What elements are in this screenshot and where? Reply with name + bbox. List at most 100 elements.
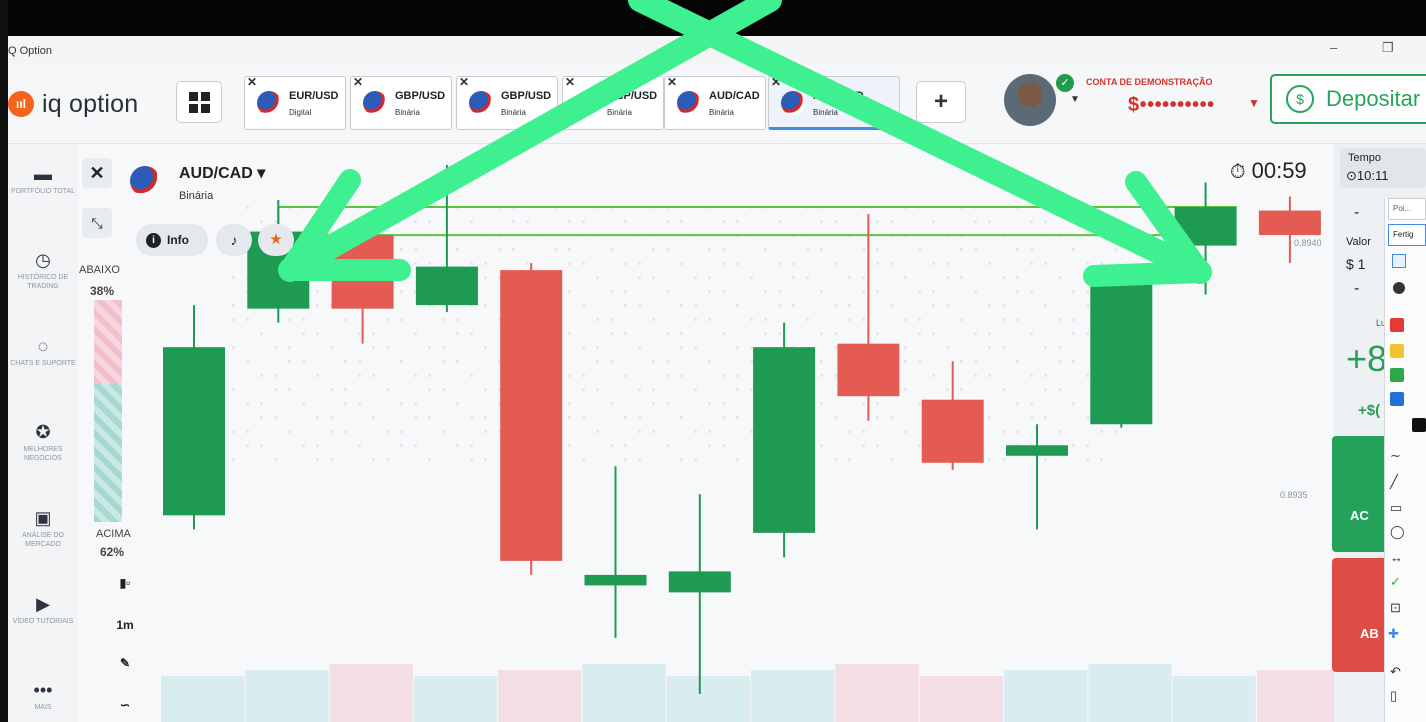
up-button-label: AC [1350, 508, 1369, 523]
indicator-icon[interactable]: ∽ [108, 690, 142, 720]
palette-name-input[interactable]: Poi... [1388, 198, 1426, 220]
asset-tab-gbpusd-1[interactable]: ✕ GBP/USD Binária [350, 75, 452, 130]
sidebar-item-label: MELHORES NEGÓCIOS [23, 446, 63, 462]
candle-body [163, 347, 225, 516]
play-icon: ▶ [36, 594, 50, 614]
close-asset-button[interactable]: ✕ [82, 158, 112, 188]
briefcase-icon: ▬ [34, 164, 52, 184]
volume-bar [751, 670, 835, 722]
candle-up [163, 305, 225, 530]
candle-body [1174, 207, 1237, 246]
candle-up [1174, 182, 1237, 295]
ellipse-tool-icon[interactable]: ◯ [1390, 524, 1405, 540]
tab-asset-type: Binária [813, 108, 838, 117]
info-button[interactable]: i Info [136, 224, 208, 256]
sidebar-item-label: MAIS [34, 704, 52, 711]
candle-down [921, 361, 984, 470]
asset-tab-gbpusd-3[interactable]: ✕ GBP/USD Binária [562, 75, 664, 130]
deposit-button[interactable]: $ Depositar [1270, 74, 1426, 124]
value-minus-button[interactable]: - [1354, 280, 1359, 298]
curve-tool-icon[interactable]: ∼ [1390, 448, 1401, 464]
candle-body [584, 574, 647, 586]
profit-percent: +8 [1346, 338, 1388, 379]
chart-type-button[interactable]: ▮▫ [108, 568, 142, 598]
check-tool-icon[interactable]: ✓ [1390, 574, 1401, 590]
price-tick-label: 0.8935 [1280, 490, 1308, 500]
avatar[interactable] [1004, 74, 1056, 126]
add-tab-button[interactable]: + [916, 81, 966, 123]
timeframe-button[interactable]: 1m [108, 610, 142, 640]
tab-asset-type: Binária [709, 108, 734, 117]
draw-tool-icon[interactable]: ✎ [108, 648, 142, 678]
sidebar-item-label: CHATS E SUPORTE [10, 360, 76, 367]
line-tool-icon[interactable]: ╱ [1390, 474, 1398, 490]
palette-green-swatch[interactable] [1390, 368, 1404, 382]
sentiment-up-percent: 62% [100, 545, 125, 559]
close-tab-icon[interactable]: ✕ [353, 75, 363, 89]
volume-bar [1256, 670, 1334, 722]
undo-icon[interactable]: ↶ [1390, 664, 1401, 680]
flag-icon [363, 91, 387, 115]
palette-red-swatch[interactable] [1390, 318, 1404, 332]
palette-blue-swatch[interactable] [1390, 392, 1404, 406]
close-tab-icon[interactable]: ✕ [565, 75, 575, 89]
star-icon[interactable]: ★ [258, 224, 294, 256]
asset-tab-eurusd-digital[interactable]: ✕ EUR/USD Digital [244, 75, 346, 130]
bell-icon[interactable]: ♪ [216, 224, 252, 256]
minimize-button[interactable]: – [1330, 40, 1337, 55]
arrow-tool-icon[interactable]: ↔ [1390, 550, 1403, 565]
sidebar-item-portfolio[interactable]: ▬ PORTFÓLIO TOTAL [8, 164, 78, 196]
volume-bar [582, 664, 666, 722]
close-tab-icon[interactable]: ✕ [667, 75, 677, 89]
assets-grid-button[interactable] [176, 81, 222, 123]
sidebar-item-best-deals[interactable]: ✪ MELHORES NEGÓCIOS [8, 422, 78, 463]
account-balance[interactable]: $•••••••••• [1128, 94, 1215, 117]
time-title: Tempo [1348, 152, 1382, 164]
asset-tab-gbpusd-2[interactable]: ✕ GBP/USD Binária [456, 75, 558, 130]
down-button-label: AB [1360, 626, 1379, 641]
account-type-label[interactable]: CONTA DE DEMONSTRAÇÃO [1086, 77, 1213, 87]
palette-black-swatch[interactable] [1412, 418, 1426, 432]
palette-dot-icon[interactable] [1393, 282, 1405, 294]
asset-tab-audcad-1[interactable]: ✕ AUD/CAD Binária [664, 75, 766, 130]
close-tab-icon[interactable]: ✕ [771, 75, 781, 89]
tab-asset-type: Binária [607, 108, 632, 117]
sidebar-item-history[interactable]: ◷ HISTÓRICO DE TRADING [8, 250, 78, 291]
dollar-refresh-icon: $ [1286, 85, 1314, 113]
close-tab-icon[interactable]: ✕ [459, 75, 469, 89]
flag-icon [677, 91, 701, 115]
candle-body [1090, 277, 1153, 425]
asset-type: Binária [179, 190, 214, 202]
move-tool-icon[interactable]: ✚ [1388, 626, 1399, 642]
time-minus-button[interactable]: - [1354, 204, 1359, 222]
info-icon: i [146, 232, 161, 248]
asset-selector[interactable]: AUD/CAD ▾ [179, 163, 265, 183]
balance-chevron-icon[interactable]: ▼ [1248, 96, 1260, 110]
palette-yellow-swatch[interactable] [1390, 344, 1404, 358]
close-tab-icon[interactable]: ✕ [247, 75, 257, 89]
investment-amount-field[interactable]: $ 1 [1346, 256, 1365, 272]
chevron-down-icon[interactable]: ▼ [1070, 94, 1080, 105]
rectangle-tool-icon[interactable]: ▭ [1390, 500, 1402, 516]
profit-amount: +$( [1358, 402, 1381, 419]
asset-tab-audcad-active[interactable]: ✕ AUD/CAD Binária [768, 75, 900, 130]
sidebar-item-video-tutorials[interactable]: ▶ VÍDEO TUTORIAIS [8, 594, 78, 626]
expand-icon[interactable]: ⤡ [82, 208, 112, 238]
screen: Q Option – ❐ ııl iq option ✕ EUR/USD Dig… [0, 0, 1426, 722]
candle-body [415, 266, 478, 306]
volume-bar [329, 664, 413, 722]
sidebar-item-market-analysis[interactable]: ▣ ANÁLISE DO MERCADO [8, 508, 78, 549]
sidebar-item-chat[interactable]: ◌ CHATS E SUPORTE [8, 336, 78, 368]
crop-tool-icon[interactable]: ⊡ [1390, 600, 1401, 616]
window-titlebar: Q Option – ❐ [8, 36, 1426, 64]
document-icon[interactable]: ▯ [1390, 688, 1397, 704]
iq-option-logo[interactable]: ııl iq option [8, 86, 138, 122]
palette-line-style-icon[interactable] [1392, 254, 1406, 268]
volume-bar [498, 670, 582, 722]
palette-done-button[interactable]: Fertig [1388, 224, 1426, 246]
candle-body [500, 270, 563, 561]
left-sidebar: ▬ PORTFÓLIO TOTAL ◷ HISTÓRICO DE TRADING… [8, 144, 78, 722]
restore-button[interactable]: ❐ [1382, 40, 1394, 56]
sentiment-up-label: ACIMA [96, 528, 131, 540]
sidebar-item-more[interactable]: ••• MAIS [8, 680, 78, 712]
